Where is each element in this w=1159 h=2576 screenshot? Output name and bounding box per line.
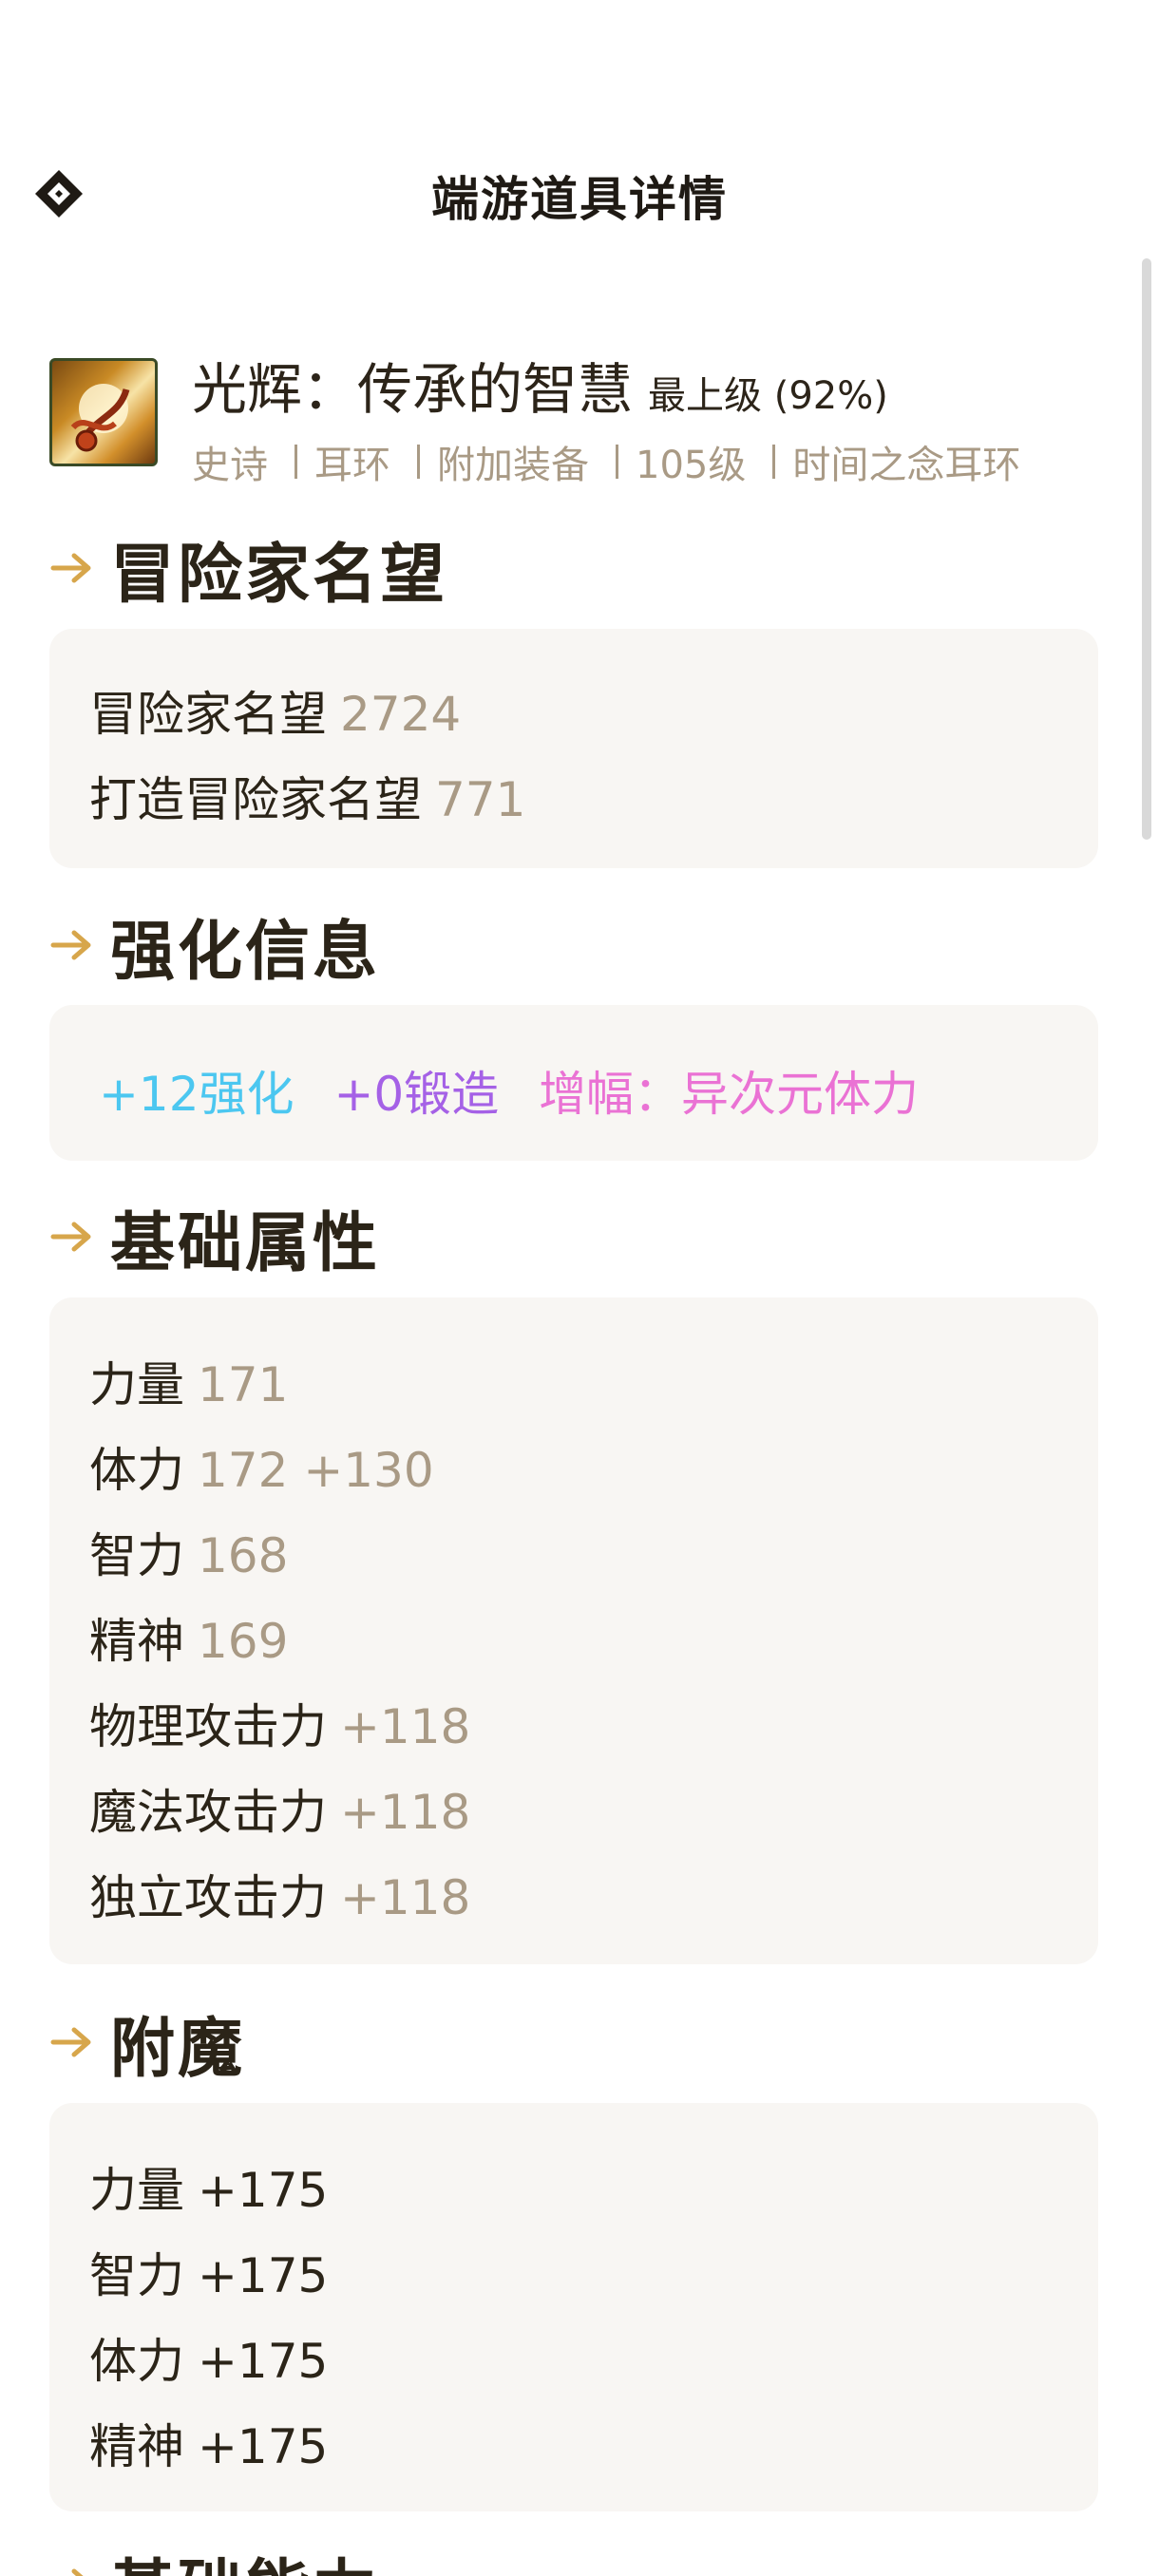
arrow-right-icon (50, 553, 91, 583)
enchant-row: 智力 +175 (89, 2248, 329, 2303)
arrow-right-icon (71, 2568, 84, 2576)
section-enhance-title: 强化信息 (49, 907, 380, 990)
amplify-info: 增幅：异次元体力 (539, 1067, 920, 1122)
fame-card: 冒险家名望 2724 打造冒险家名望 771 (49, 629, 1098, 868)
section-enchant-title: 附魔 (49, 2004, 245, 2087)
attribute-row: 智力 168 (89, 1528, 289, 1583)
enhance-card: +12强化 +0锻造 增幅：异次元体力 (49, 1005, 1098, 1161)
top-bar: 端游道具详情 (0, 142, 1159, 249)
tag-divider (294, 445, 297, 479)
forge-level: +0锻造 (333, 1067, 500, 1122)
attribute-row: 体力 172 +130 (89, 1443, 434, 1498)
back-button[interactable] (28, 163, 89, 224)
attribute-row: 力量 171 (89, 1357, 289, 1412)
back-diamond-icon (35, 170, 83, 218)
crafted-fame-row: 打造冒险家名望 771 (89, 772, 526, 827)
page-title: 端游道具详情 (431, 172, 728, 227)
attribute-row: 精神 169 (89, 1614, 289, 1669)
item-tags: 史诗 耳环 附加装备 105级 时间之念耳环 (192, 434, 1020, 489)
enchant-row: 体力 +175 (89, 2334, 329, 2389)
item-tag-slot: 耳环 (314, 444, 390, 487)
item-tag-type: 附加装备 (437, 444, 589, 487)
item-grade: 最上级 (92%) (648, 374, 888, 418)
arrow-right-icon (50, 930, 91, 960)
page: 端游道具详情 光辉：传承的智慧 最上级 (92%) 史诗 耳环 附加装备 105… (0, 0, 1159, 2576)
earring-item-icon (49, 358, 158, 466)
enchant-row: 力量 +175 (89, 2163, 329, 2218)
reinforce-level: +12强化 (99, 1067, 294, 1122)
item-tag-level: 105级 (636, 444, 747, 487)
enhance-row: +12强化 +0锻造 增幅：异次元体力 (99, 1056, 943, 1125)
item-title-row: 光辉：传承的智慧 最上级 (92%) (192, 345, 888, 425)
item-tag-set: 时间之念耳环 (792, 444, 1021, 487)
arrow-right-icon (50, 1222, 91, 1252)
fame-row: 冒险家名望 2724 (89, 687, 462, 742)
tag-divider (772, 445, 776, 479)
tag-divider (616, 445, 618, 479)
scrollbar[interactable] (1142, 258, 1151, 840)
arrow-right-icon (50, 2027, 91, 2057)
item-name: 光辉：传承的智慧 (192, 357, 634, 422)
item-tag-rarity: 史诗 (192, 444, 268, 487)
item-header: 光辉：传承的智慧 最上级 (92%) 史诗 耳环 附加装备 105级 时间之念耳… (49, 337, 1113, 489)
section-next-title: 基础能力 (49, 2546, 380, 2576)
enchant-card: 力量 +175 智力 +175 体力 +175 精神 +175 (49, 2103, 1098, 2511)
base-attributes-card: 力量 171 体力 172 +130 智力 168 精神 169 物理攻击力 +118 魔… (49, 1297, 1098, 1964)
section-base-title: 基础属性 (49, 1199, 380, 1281)
attribute-row: 物理攻击力 +118 (89, 1699, 471, 1754)
tag-divider (417, 445, 420, 479)
enchant-row: 精神 +175 (89, 2419, 329, 2474)
section-fame-title: 冒险家名望 (49, 530, 447, 613)
attribute-row: 独立攻击力 +118 (89, 1870, 471, 1925)
attribute-row: 魔法攻击力 +118 (89, 1785, 471, 1840)
